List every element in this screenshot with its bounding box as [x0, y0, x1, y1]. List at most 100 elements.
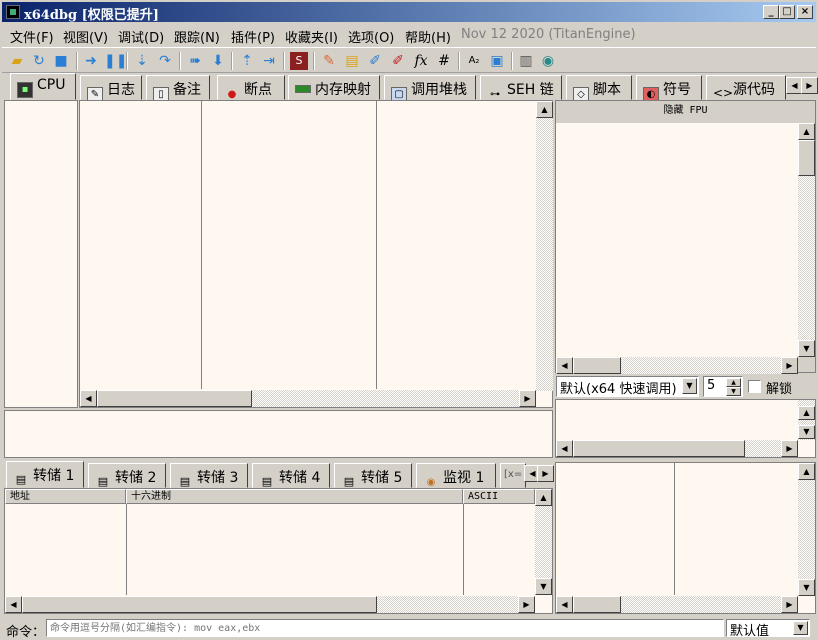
- scroll-down-button[interactable]: ▼: [798, 340, 815, 357]
- scroll-right-button[interactable]: ▶: [781, 596, 798, 613]
- tab-dump-1[interactable]: ▤ 转储 1: [6, 461, 84, 488]
- scroll-up-button[interactable]: ▲: [798, 406, 815, 420]
- tab-watch-1[interactable]: ◉ 监视 1: [416, 463, 496, 488]
- scroll-up-button[interactable]: ▲: [536, 101, 553, 118]
- dump-panel[interactable]: 地址 十六进制 ASCII ▲ ▼ ◀ ▶: [4, 488, 553, 614]
- scroll-down-button[interactable]: ▼: [535, 578, 552, 595]
- calling-convention-select[interactable]: 默认(x64 快速调用) ▼: [556, 376, 699, 397]
- scroll-thumb[interactable]: [573, 440, 745, 457]
- tab-log[interactable]: ✎ 日志: [80, 75, 142, 103]
- restart-icon[interactable]: ↻: [30, 52, 48, 70]
- tab-notes[interactable]: ▯ 备注: [146, 75, 210, 103]
- command-input[interactable]: [46, 619, 724, 637]
- scroll-right-button[interactable]: ▶: [519, 390, 536, 407]
- step-over-icon[interactable]: ↷: [156, 52, 174, 70]
- calculator-icon[interactable]: ▥: [517, 52, 535, 70]
- scroll-left-button[interactable]: ◀: [556, 357, 573, 374]
- scroll-thumb[interactable]: [798, 140, 815, 176]
- arguments-vscroll[interactable]: ▲ ▼: [798, 400, 815, 440]
- globe-icon[interactable]: ◉: [539, 52, 557, 70]
- tab-source[interactable]: <>源代码: [706, 75, 786, 100]
- scroll-left-button[interactable]: ◀: [5, 596, 22, 613]
- maximize-button[interactable]: □: [779, 5, 795, 19]
- command-type-select[interactable]: 默认值 ▼: [726, 619, 810, 639]
- trace-over-icon[interactable]: ⬇: [209, 52, 227, 70]
- comment-icon[interactable]: ▤: [343, 52, 361, 70]
- label-icon[interactable]: ✐: [366, 52, 384, 70]
- stack-panel[interactable]: ▲ ▼ ◀ ▶: [555, 462, 816, 614]
- arguments-hscroll[interactable]: ◀ ▶: [556, 440, 798, 457]
- registers-hscroll[interactable]: ◀ ▶: [556, 357, 798, 374]
- tab-breakpoints[interactable]: ● 断点: [217, 75, 285, 100]
- menu-view[interactable]: 视图(V): [63, 27, 108, 46]
- scroll-left-button[interactable]: ◀: [80, 390, 97, 407]
- scroll-right-button[interactable]: ▶: [518, 596, 535, 613]
- strings-icon[interactable]: A₂: [465, 52, 483, 70]
- column-hex[interactable]: 十六进制: [126, 489, 463, 504]
- disassembly-panel[interactable]: ▲ ◀ ▶: [79, 100, 553, 408]
- patch-icon[interactable]: ✎: [320, 52, 338, 70]
- registers-view[interactable]: [556, 123, 798, 357]
- scroll-thumb[interactable]: [22, 596, 377, 613]
- column-address[interactable]: 地址: [5, 489, 126, 504]
- scroll-thumb[interactable]: [573, 357, 621, 374]
- stop-icon[interactable]: ■: [52, 52, 70, 70]
- notes-icon[interactable]: ▣: [488, 52, 506, 70]
- hide-fpu-button[interactable]: 隐藏 FPU: [556, 101, 815, 121]
- scroll-down-button[interactable]: ▼: [798, 425, 815, 439]
- tab-dump-2[interactable]: ▤ 转储 2: [88, 463, 166, 488]
- execute-till-return-icon[interactable]: ⇡: [238, 52, 256, 70]
- scroll-up-button[interactable]: ▲: [535, 489, 552, 506]
- dump-vscroll[interactable]: ▲ ▼: [535, 489, 552, 595]
- trace-into-icon[interactable]: ➠: [186, 52, 204, 70]
- hash-icon[interactable]: #: [435, 52, 453, 70]
- tab-dump-5[interactable]: ▤ 转储 5: [334, 463, 412, 488]
- bookmark-icon[interactable]: ✐: [389, 52, 407, 70]
- menu-options[interactable]: 选项(O): [348, 27, 394, 46]
- pause-icon[interactable]: ❚❚: [104, 52, 127, 70]
- menu-debug[interactable]: 调试(D): [118, 27, 164, 46]
- scroll-up-button[interactable]: ▲: [798, 463, 815, 480]
- tab-locals[interactable]: [x=: [500, 463, 526, 488]
- disassembly-hscroll[interactable]: ◀ ▶: [80, 390, 536, 407]
- arg-count-spinbox[interactable]: 5 ▲ ▼: [703, 376, 743, 397]
- menu-help[interactable]: 帮助(H): [405, 27, 451, 46]
- function-icon[interactable]: fx: [412, 52, 430, 70]
- scroll-up-button[interactable]: ▲: [798, 123, 815, 140]
- tab-dump-3[interactable]: ▤ 转储 3: [170, 463, 248, 488]
- unlock-checkbox[interactable]: [748, 380, 761, 393]
- scroll-left-button[interactable]: ◀: [556, 440, 573, 457]
- scroll-right-button[interactable]: ▶: [781, 357, 798, 374]
- scroll-down-button[interactable]: ▼: [798, 579, 815, 596]
- tab-dump-4[interactable]: ▤ 转储 4: [252, 463, 330, 488]
- menu-trace[interactable]: 跟踪(N): [174, 27, 220, 46]
- spin-up-icon[interactable]: ▲: [726, 378, 741, 387]
- menu-plugins[interactable]: 插件(P): [231, 27, 275, 46]
- dump-tabs-scroll-right[interactable]: ▶: [537, 465, 554, 482]
- disassembly-vscroll[interactable]: ▲: [536, 101, 553, 391]
- tab-call-stack[interactable]: ▢ 调用堆栈: [384, 75, 476, 103]
- column-ascii[interactable]: ASCII: [463, 489, 535, 504]
- menu-favourites[interactable]: 收藏夹(I): [285, 27, 338, 46]
- scroll-thumb[interactable]: [97, 390, 252, 407]
- run-icon[interactable]: ➜: [82, 52, 100, 70]
- registers-vscroll[interactable]: ▲ ▼: [798, 123, 815, 357]
- scroll-thumb[interactable]: [573, 596, 621, 613]
- open-icon[interactable]: ▰: [8, 52, 26, 70]
- tab-cpu[interactable]: ▪ CPU: [10, 73, 76, 100]
- tab-symbols[interactable]: ◐ 符号: [636, 75, 702, 103]
- step-into-icon[interactable]: ⇣: [133, 52, 151, 70]
- tabs-scroll-right[interactable]: ▶: [801, 77, 818, 94]
- stack-vscroll[interactable]: ▲ ▼: [798, 463, 815, 596]
- minimize-button[interactable]: _: [763, 5, 779, 19]
- dump-hscroll[interactable]: ◀ ▶: [5, 596, 535, 613]
- tab-seh-chain[interactable]: ⊶ SEH 链: [480, 75, 562, 100]
- tab-script[interactable]: ◇ 脚本: [566, 75, 632, 103]
- tab-memory-map[interactable]: 内存映射: [288, 75, 380, 100]
- stack-hscroll[interactable]: ◀ ▶: [556, 596, 798, 613]
- menu-file[interactable]: 文件(F): [10, 27, 54, 46]
- scroll-left-button[interactable]: ◀: [556, 596, 573, 613]
- run-to-user-code-icon[interactable]: ⇥: [260, 52, 278, 70]
- close-button[interactable]: ×: [797, 5, 813, 19]
- scroll-right-button[interactable]: ▶: [781, 440, 798, 457]
